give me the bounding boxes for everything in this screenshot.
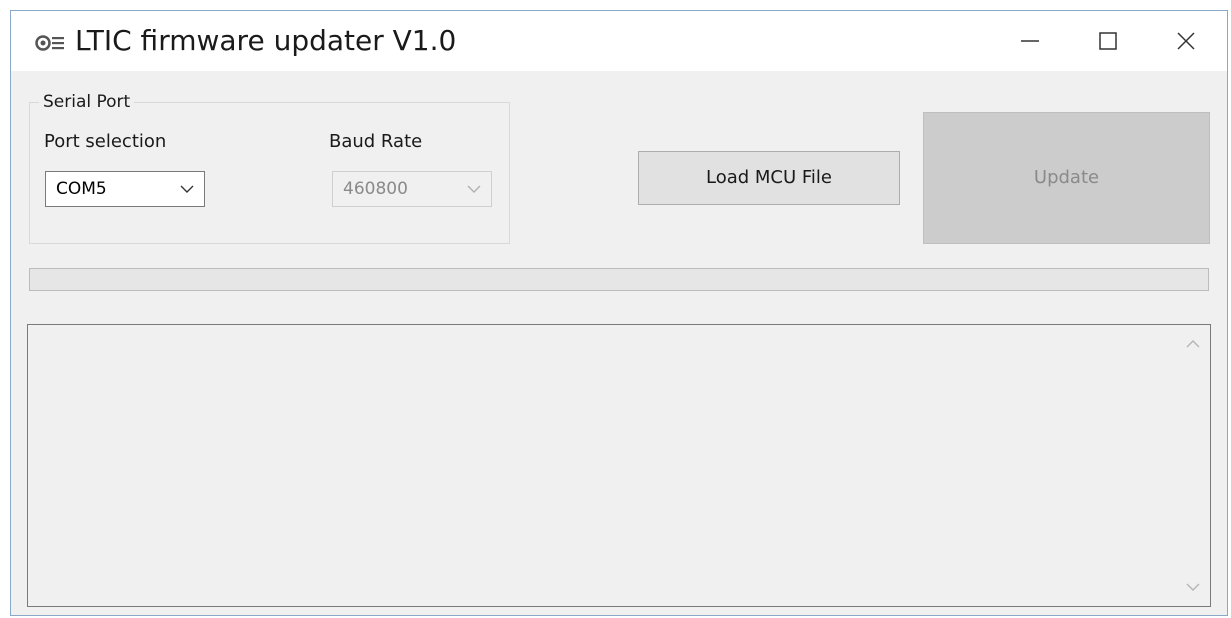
- baud-rate-value: 460800: [343, 179, 408, 199]
- progress-bar: [29, 268, 1209, 291]
- title-bar[interactable]: LTIC firmware updater V1.0: [11, 11, 1227, 71]
- update-button[interactable]: Update: [923, 112, 1210, 244]
- maximize-icon: [1099, 32, 1117, 50]
- window-title: LTIC firmware updater V1.0: [75, 24, 457, 57]
- baud-rate-dropdown[interactable]: 460800: [332, 171, 492, 207]
- port-selection-value: COM5: [56, 179, 107, 199]
- scroll-down-icon[interactable]: [1186, 583, 1200, 592]
- serial-port-group-label: Serial Port: [39, 90, 135, 114]
- load-mcu-file-button[interactable]: Load MCU File: [638, 151, 900, 205]
- log-textarea[interactable]: [27, 324, 1211, 607]
- chevron-down-icon: [180, 185, 194, 193]
- port-selection-label: Port selection: [44, 131, 167, 152]
- baud-rate-label: Baud Rate: [329, 131, 423, 152]
- maximize-button[interactable]: [1069, 11, 1147, 71]
- scroll-up-icon[interactable]: [1186, 339, 1200, 348]
- chevron-down-icon: [467, 185, 481, 193]
- minimize-icon: [1021, 40, 1039, 42]
- port-selection-dropdown[interactable]: COM5: [45, 171, 205, 207]
- app-icon: [35, 35, 65, 51]
- close-icon: [1177, 32, 1195, 50]
- minimize-button[interactable]: [991, 11, 1069, 71]
- close-button[interactable]: [1147, 11, 1225, 71]
- app-window: LTIC firmware updater V1.0 Serial Port P…: [10, 10, 1228, 616]
